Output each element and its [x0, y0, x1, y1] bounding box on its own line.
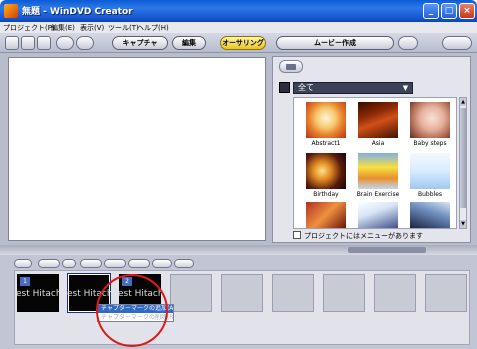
step-make-movie[interactable]: ムービー作成: [276, 36, 394, 50]
template-abstract1-thumb[interactable]: [306, 102, 346, 138]
category-icon: [279, 82, 290, 93]
menu-tools[interactable]: ツール(T): [108, 23, 139, 33]
chapter-image-button[interactable]: [128, 259, 150, 268]
template-brain-exercise-thumb[interactable]: [358, 153, 398, 189]
template-label: Birthday: [313, 191, 339, 198]
window-title: 無題 - WinDVD Creator: [22, 7, 133, 17]
template-label: Brain Exercise: [356, 191, 400, 198]
scroll-up-icon[interactable]: ▲: [460, 98, 466, 106]
template-label: Baby steps: [413, 140, 447, 147]
chapter-frame-button[interactable]: [80, 259, 102, 268]
main-area: 全て ▼ Abstract1 Asia Baby steps Birthday …: [0, 53, 477, 245]
maximize-button[interactable]: □: [441, 3, 457, 19]
chapter-strip: 1 est Hitachi est Hitachi 2 est Hitachi: [14, 270, 470, 345]
project-menu-checkbox[interactable]: [293, 231, 301, 239]
category-dropdown[interactable]: 全て ▼: [293, 82, 413, 94]
template-bubbles-thumb[interactable]: [410, 153, 450, 189]
new-project-icon[interactable]: [5, 36, 19, 50]
chapter-thumb-1[interactable]: 1 est Hitachi: [16, 274, 60, 312]
menu-project[interactable]: プロジェクト(P): [3, 23, 55, 33]
undo-icon[interactable]: [56, 36, 74, 50]
template-label: Abstract1: [311, 140, 341, 147]
chevron-down-icon[interactable]: ▼: [400, 83, 411, 93]
title-bar: 無題 - WinDVD Creator _ □ ×: [0, 0, 477, 22]
step-capture[interactable]: キャプチャ: [112, 36, 168, 50]
chapter-number-badge: 1: [20, 277, 30, 286]
add-chapter-button[interactable]: [38, 259, 60, 268]
template-scrollbar[interactable]: ▲ ▼: [459, 97, 467, 229]
chapter-tool-icon[interactable]: [152, 259, 172, 268]
chapter-slot-empty[interactable]: [272, 274, 314, 312]
panel-splitter[interactable]: [0, 245, 477, 255]
step-authoring[interactable]: オーサリング: [220, 36, 266, 50]
scrollbar-thumb[interactable]: [460, 108, 466, 208]
redo-icon[interactable]: [76, 36, 94, 50]
template-birthday-thumb[interactable]: [306, 153, 346, 189]
burn-disc-icon[interactable]: [398, 36, 418, 50]
template-label: Asia: [371, 140, 385, 147]
menu-help[interactable]: ヘルプ(H): [137, 23, 169, 33]
annotation-circle: [96, 274, 168, 347]
save-project-icon[interactable]: [37, 36, 51, 50]
chapter-view-button[interactable]: [14, 259, 32, 268]
minimize-button[interactable]: _: [423, 3, 439, 19]
template-label: Bubbles: [417, 191, 443, 198]
settings-icon[interactable]: [442, 36, 472, 50]
chapter-tool-icon[interactable]: [174, 259, 194, 268]
project-menu-label: プロジェクトにはメニューがあります: [304, 232, 423, 240]
chapter-slot-empty[interactable]: [170, 274, 212, 312]
category-value: 全て: [298, 83, 314, 92]
step-edit[interactable]: 編集: [172, 36, 206, 50]
chapter-thumb-text: est Hitachi: [16, 289, 60, 299]
template-grid: Abstract1 Asia Baby steps Birthday Brain…: [293, 97, 457, 229]
template-baby-steps-thumb[interactable]: [410, 102, 450, 138]
template-thumb-row3-3[interactable]: [410, 202, 450, 228]
chapter-slot-empty[interactable]: [425, 274, 467, 312]
preview-window: [8, 57, 266, 241]
chapter-slot-empty[interactable]: [221, 274, 263, 312]
toolbar: キャプチャ 編集 オーサリング ムービー作成: [0, 33, 477, 53]
template-thumb-row3-2[interactable]: [358, 202, 398, 228]
chapter-text-button[interactable]: [104, 259, 126, 268]
template-thumb-row3-1[interactable]: [306, 202, 346, 228]
menu-edit[interactable]: 編集(E): [51, 23, 75, 33]
chapter-area: 1 est Hitachi est Hitachi 2 est Hitachi: [0, 255, 477, 349]
app-icon: [4, 4, 18, 18]
menu-mode-icon[interactable]: [279, 60, 303, 73]
menu-view[interactable]: 表示(V): [80, 23, 104, 33]
menu-bar: プロジェクト(P) 編集(E) 表示(V) ツール(T) ヘルプ(H): [0, 22, 477, 33]
chapter-tool-icon[interactable]: [62, 259, 76, 268]
close-button[interactable]: ×: [459, 3, 475, 19]
chapter-slot-empty[interactable]: [374, 274, 416, 312]
scroll-down-icon[interactable]: ▼: [460, 220, 466, 228]
open-project-icon[interactable]: [21, 36, 35, 50]
menu-template-panel: 全て ▼ Abstract1 Asia Baby steps Birthday …: [272, 56, 471, 243]
chapter-slot-empty[interactable]: [323, 274, 365, 312]
template-asia-thumb[interactable]: [358, 102, 398, 138]
splitter-handle[interactable]: [348, 247, 426, 253]
